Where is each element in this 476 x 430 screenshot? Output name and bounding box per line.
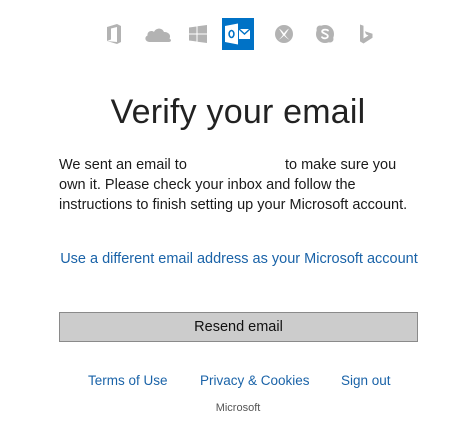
message-before-email: We sent an email to <box>59 157 187 173</box>
microsoft-brand-text: Microsoft <box>215 402 261 414</box>
product-icon-row <box>0 18 476 50</box>
windows-icon[interactable] <box>183 19 213 49</box>
page-title: Verify your email <box>110 93 366 131</box>
outlook-icon[interactable] <box>222 18 254 50</box>
xbox-icon[interactable] <box>269 19 299 49</box>
privacy-cookies-link[interactable]: Privacy & Cookies <box>200 373 310 388</box>
sign-out-link[interactable]: Sign out <box>341 373 391 388</box>
terms-of-use-link[interactable]: Terms of Use <box>88 373 168 388</box>
use-different-email-link[interactable]: Use a different email address as your Mi… <box>59 249 419 269</box>
bing-icon[interactable] <box>351 19 381 49</box>
onedrive-icon[interactable] <box>141 19 175 49</box>
resend-email-button[interactable]: Resend email <box>59 312 418 342</box>
skype-icon[interactable] <box>310 19 340 49</box>
verify-email-page: Verify your email We sent an email to to… <box>0 0 476 430</box>
verification-message: We sent an email to to make sure you own… <box>59 155 409 215</box>
footer-links: Terms of Use Privacy & Cookies Sign out <box>0 373 476 393</box>
office-icon[interactable] <box>99 19 129 49</box>
